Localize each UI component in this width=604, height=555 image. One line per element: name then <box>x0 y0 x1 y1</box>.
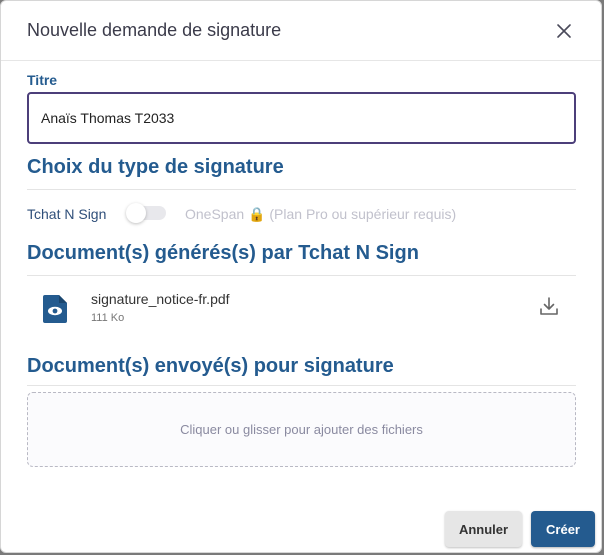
dropzone-text: Cliquer ou glisser pour ajouter des fich… <box>180 422 423 437</box>
dialog-header: Nouvelle demande de signature <box>1 1 601 61</box>
cancel-button[interactable]: Annuler <box>445 511 522 547</box>
generated-doc-item: signature_notice-fr.pdf 111 Ko <box>27 289 576 329</box>
titre-label: Titre <box>27 72 58 88</box>
signature-type-section-title: Choix du type de signature <box>27 156 284 178</box>
toggle-knob <box>126 203 146 223</box>
signature-type-switch-row: Tchat N Sign OneSpan 🔒 (Plan Pro ou supé… <box>27 203 576 224</box>
create-button[interactable]: Créer <box>531 511 595 547</box>
divider <box>27 189 576 190</box>
document-size: 111 Ko <box>91 312 125 324</box>
document-view-icon[interactable] <box>43 295 67 323</box>
tchat-n-sign-label: Tchat N Sign <box>27 206 107 222</box>
divider <box>27 275 576 276</box>
document-name[interactable]: signature_notice-fr.pdf <box>91 291 230 307</box>
signature-type-toggle[interactable] <box>126 203 166 223</box>
onespan-label: OneSpan 🔒 (Plan Pro ou supérieur requis) <box>185 206 457 222</box>
generated-docs-section-title: Document(s) générés(s) par Tchat N Sign <box>27 242 419 264</box>
file-dropzone[interactable]: Cliquer ou glisser pour ajouter des fich… <box>27 392 576 467</box>
divider <box>27 385 576 386</box>
sent-docs-section-title: Document(s) envoyé(s) pour signature <box>27 355 394 377</box>
download-icon[interactable] <box>538 295 560 317</box>
close-icon[interactable] <box>553 20 575 42</box>
dialog-title: Nouvelle demande de signature <box>27 20 282 40</box>
titre-input[interactable] <box>27 92 576 144</box>
signature-request-dialog: Nouvelle demande de signature Titre Choi… <box>0 0 602 553</box>
